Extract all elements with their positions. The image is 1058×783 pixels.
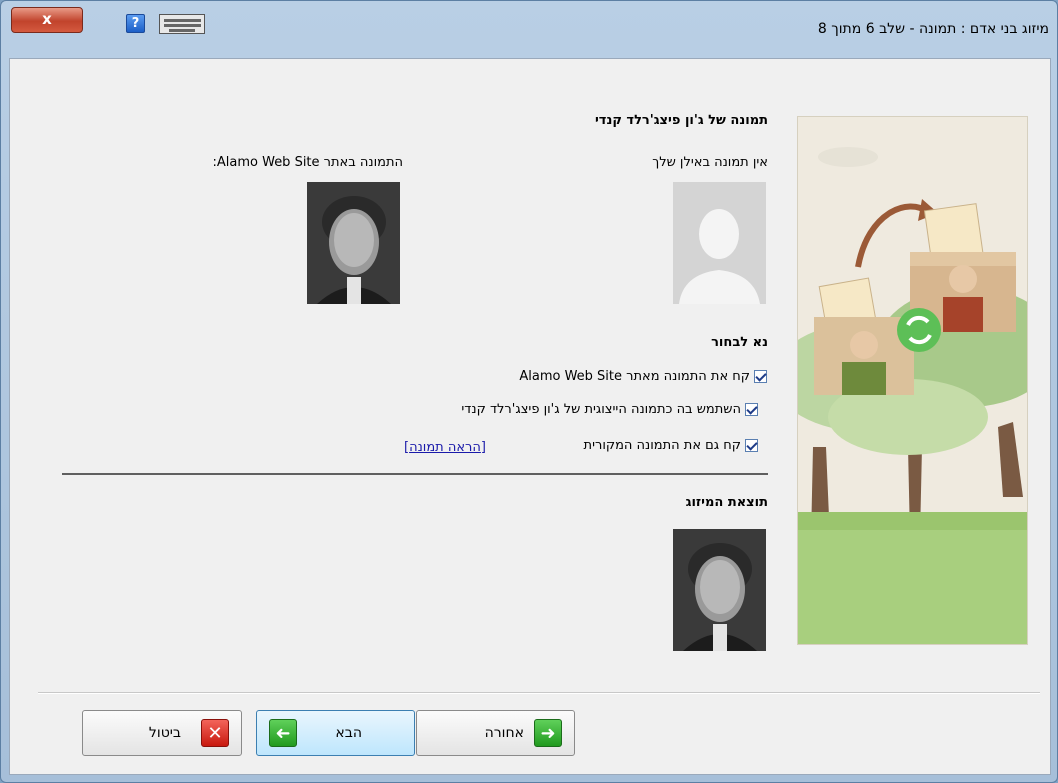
- arrow-right-icon: ➜: [534, 719, 562, 747]
- avatar-silhouette-icon: [673, 182, 766, 304]
- section-divider: [62, 473, 768, 475]
- view-photo-link[interactable]: [הראה תמונה]: [404, 440, 486, 455]
- checkbox-take-photo[interactable]: [754, 370, 767, 383]
- help-icon[interactable]: ?: [126, 14, 145, 33]
- option-take-original[interactable]: קח גם את התמונה המקורית: [584, 438, 758, 453]
- choose-heading: נא לבחור: [711, 335, 768, 350]
- right-source-label: אין תמונה באילן שלך: [652, 155, 768, 170]
- option-take-original-label: קח גם את התמונה המקורית: [583, 438, 741, 453]
- arrow-left-icon: ➜: [269, 719, 297, 747]
- result-portrait-image: [673, 529, 766, 651]
- cancel-button[interactable]: ✕ ביטול: [82, 710, 242, 756]
- checkbox-use-as-primary[interactable]: [745, 403, 758, 416]
- option-take-photo-label: קח את התמונה מאתר Alamo Web Site: [519, 369, 750, 384]
- alamo-photo: [307, 182, 400, 304]
- x-icon: ✕: [201, 719, 229, 747]
- result-heading: תוצאת המיזוג: [685, 495, 768, 510]
- next-button[interactable]: הבא ➜: [256, 710, 415, 756]
- next-button-label: הבא: [335, 725, 362, 741]
- person-heading: תמונה של ג'ון פיצג'רלד קנדי: [594, 113, 768, 128]
- cancel-button-label: ביטול: [148, 725, 181, 741]
- keyboard-icon[interactable]: [159, 14, 205, 34]
- checkbox-take-original[interactable]: [745, 439, 758, 452]
- title-bar: x ? מיזוג בני אדם : תמונה - שלב 6 מתוך 8: [1, 1, 1058, 59]
- back-button[interactable]: ➜ אחורה: [416, 710, 575, 756]
- footer-separator: [38, 692, 1040, 694]
- left-source-label: התמונה באתר Alamo Web Site:: [212, 155, 403, 170]
- merge-result-photo: [673, 529, 766, 651]
- no-photo-placeholder: [673, 182, 766, 304]
- portrait-image: [307, 182, 400, 304]
- window-title: מיזוג בני אדם : תמונה - שלב 6 מתוך 8: [817, 21, 1049, 37]
- merge-illustration: [797, 116, 1028, 645]
- option-use-as-primary-label: השתמש בה כתמונה הייצוגית של ג'ון פיצג'רל…: [461, 402, 741, 417]
- option-take-photo[interactable]: קח את התמונה מאתר Alamo Web Site: [519, 369, 767, 384]
- illustration-svg: [798, 117, 1027, 644]
- view-photo-wrap: [הראה תמונה]: [404, 440, 486, 455]
- close-button[interactable]: x: [11, 7, 83, 33]
- back-button-label: אחורה: [484, 725, 524, 741]
- option-use-as-primary[interactable]: השתמש בה כתמונה הייצוגית של ג'ון פיצג'רל…: [461, 402, 758, 417]
